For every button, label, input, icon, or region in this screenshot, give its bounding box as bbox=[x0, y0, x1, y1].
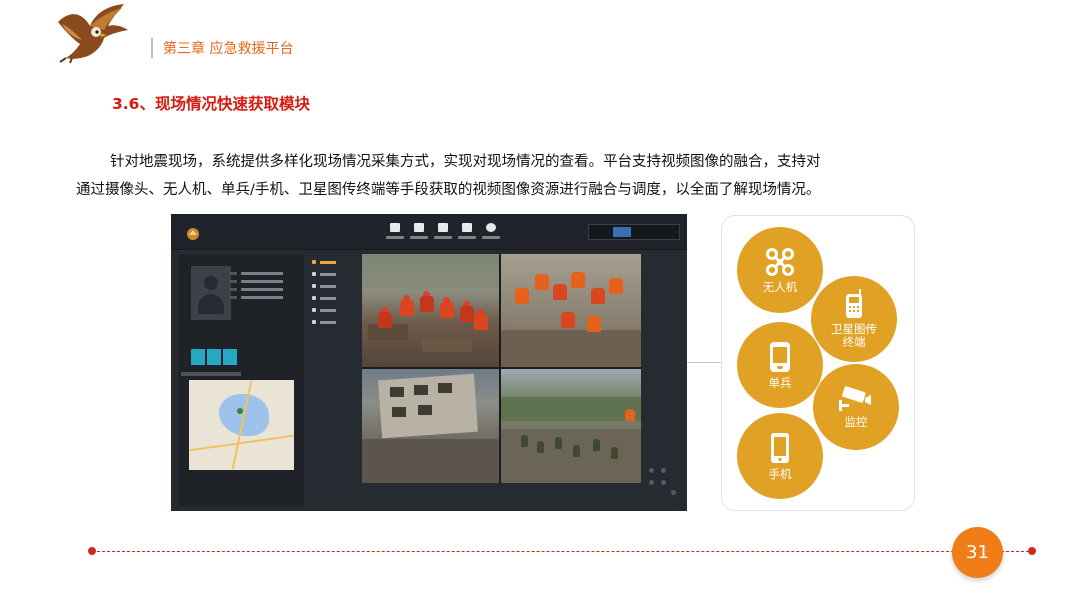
video-feed-collapsed-building bbox=[362, 369, 499, 483]
info-row bbox=[229, 288, 283, 291]
screenshot-toolbar bbox=[171, 214, 687, 250]
source-individual: 单兵 bbox=[737, 322, 823, 408]
device-list-item bbox=[312, 272, 336, 276]
source-label: 单兵 bbox=[768, 375, 792, 390]
eagle-logo bbox=[58, 4, 128, 64]
device-list-item bbox=[312, 260, 336, 264]
video-source-panel: 无人机 卫星图传 终端 单兵 监控 手机 bbox=[721, 215, 915, 511]
source-label: 卫星图传 终端 bbox=[831, 322, 877, 349]
app-logo-icon bbox=[187, 228, 199, 240]
source-mobile: 手机 bbox=[737, 413, 823, 499]
personnel-panel bbox=[179, 254, 304, 506]
video-feed-rescue-team bbox=[362, 254, 499, 367]
footer-dot-right bbox=[1028, 547, 1036, 555]
body-line-2: 通过摄像头、无人机、单兵/手机、卫星图传终端等手段获取的视频图像资源进行融合与调… bbox=[76, 182, 821, 198]
header-divider bbox=[151, 38, 153, 58]
video-grid bbox=[362, 254, 641, 483]
action-tile bbox=[223, 349, 237, 365]
screenshot-search-box bbox=[588, 224, 680, 240]
source-drone: 无人机 bbox=[737, 227, 823, 313]
surveillance-camera-icon bbox=[839, 385, 871, 411]
section-title: 3.6、现场情况快速获取模块 bbox=[112, 95, 310, 113]
body-line-1: 针对地震现场，系统提供多样化现场情况采集方式，实现对现场情况的查看。平台支持视频… bbox=[110, 154, 821, 170]
map-pin-icon bbox=[237, 408, 243, 414]
video-feed-rubble-search bbox=[501, 254, 641, 367]
mobile-phone-icon bbox=[771, 432, 789, 463]
info-row bbox=[229, 296, 283, 299]
device-list-item bbox=[312, 296, 336, 300]
view-controls bbox=[645, 464, 681, 500]
satellite-phone-icon bbox=[846, 289, 862, 318]
footer-dashed-line bbox=[92, 551, 1034, 552]
toolbar-button bbox=[431, 220, 455, 246]
footer-dot-left bbox=[88, 547, 96, 555]
device-list-item bbox=[312, 308, 336, 312]
drone-icon bbox=[766, 247, 794, 276]
page-number-badge: 31 bbox=[952, 527, 1003, 578]
body-paragraph: 针对地震现场，系统提供多样化现场情况采集方式，实现对现场情况的查看。平台支持视频… bbox=[76, 148, 1036, 204]
action-tile bbox=[191, 349, 205, 365]
action-tile bbox=[207, 349, 221, 365]
device-list-item bbox=[312, 320, 336, 324]
toolbar-button bbox=[383, 220, 407, 246]
source-label: 无人机 bbox=[762, 279, 798, 294]
video-feed-valley-rescue bbox=[501, 369, 641, 483]
source-surveillance: 监控 bbox=[813, 364, 899, 450]
source-satellite-terminal: 卫星图传 终端 bbox=[811, 276, 897, 362]
connector-line bbox=[687, 362, 723, 363]
info-row bbox=[229, 280, 283, 283]
device-list bbox=[308, 254, 360, 384]
toolbar-button bbox=[479, 220, 503, 246]
platform-screenshot bbox=[171, 214, 687, 511]
chapter-title: 第三章 应急救援平台 bbox=[163, 41, 294, 57]
toolbar-button bbox=[407, 220, 431, 246]
info-row bbox=[229, 272, 283, 275]
toolbar-button bbox=[455, 220, 479, 246]
source-label: 监控 bbox=[844, 414, 868, 429]
source-label: 手机 bbox=[768, 466, 792, 481]
location-map bbox=[189, 380, 294, 470]
avatar bbox=[191, 266, 231, 320]
map-tabs bbox=[181, 372, 241, 376]
device-list-item bbox=[312, 284, 336, 288]
handheld-terminal-icon bbox=[770, 341, 790, 372]
